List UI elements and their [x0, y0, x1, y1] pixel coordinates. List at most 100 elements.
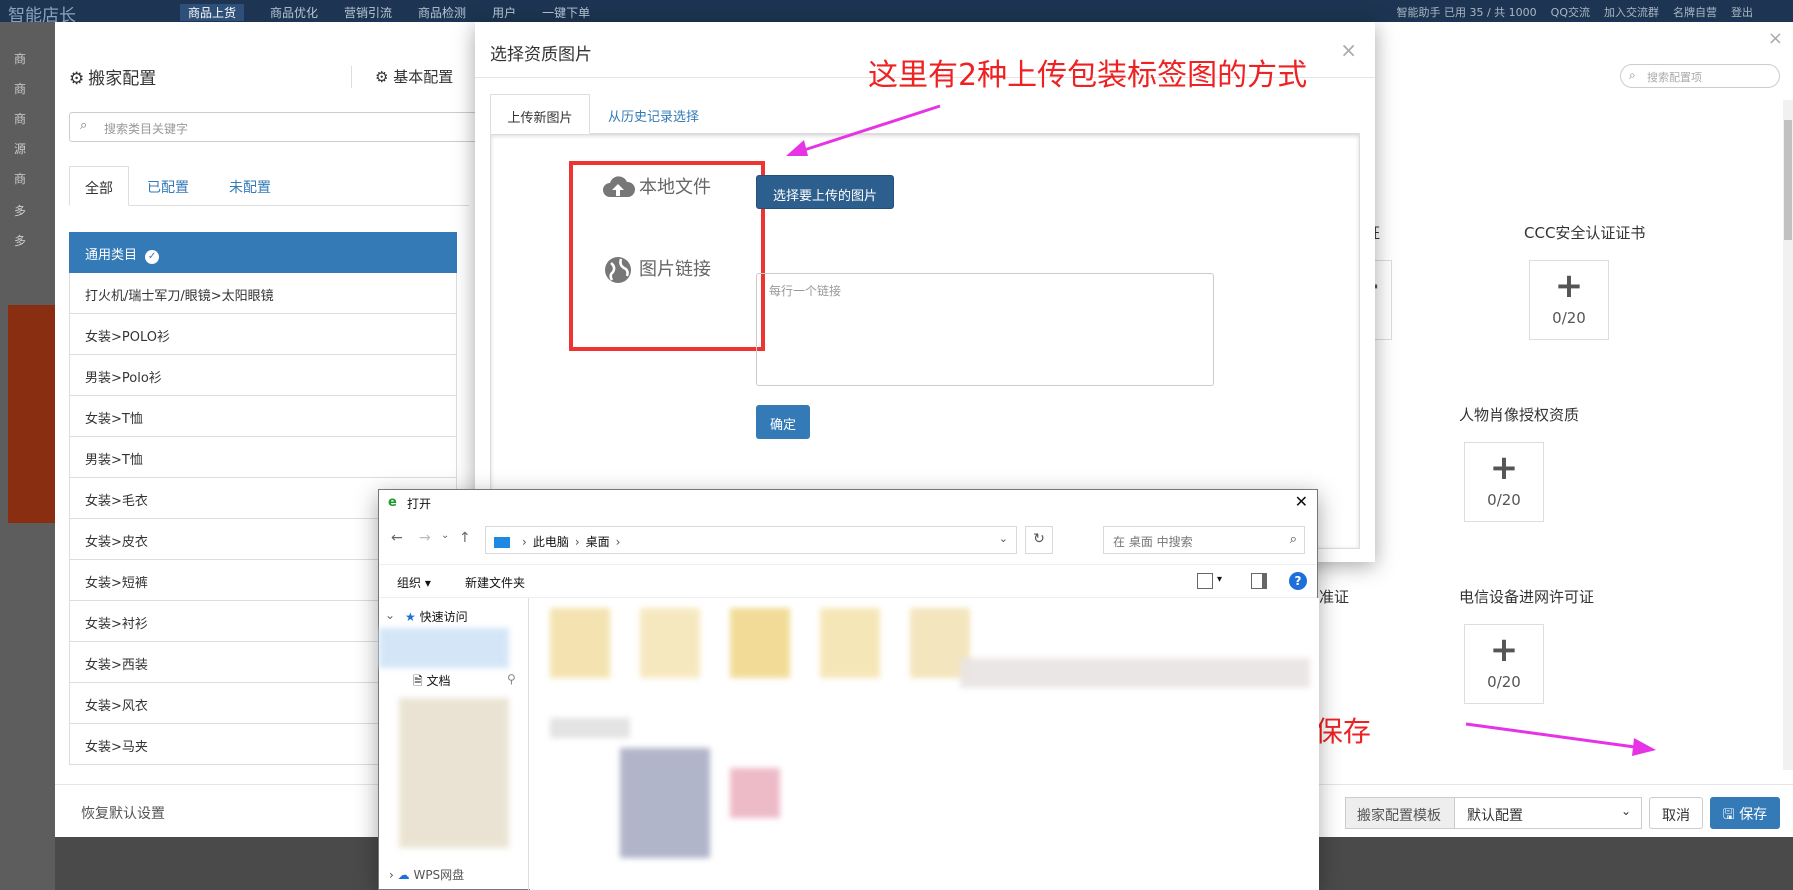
list-item[interactable]: 男装>T恤 [69, 437, 457, 478]
tab-unconfigured[interactable]: 未配置 [229, 166, 271, 206]
tab-history[interactable]: 从历史记录选择 [608, 94, 699, 134]
tab-upload-new[interactable]: 上传新图片 [490, 94, 590, 134]
qq-link[interactable]: QQ交流 [1551, 4, 1590, 20]
image-links-textarea[interactable]: 每行一个链接 [756, 273, 1214, 386]
confirm-button[interactable]: 确定 [756, 405, 810, 439]
ie-icon: e [388, 495, 397, 510]
annotation-top: 这里有2种上传包装标签图的方式 [868, 58, 1308, 93]
bg-sidebar-item: 多 [14, 204, 27, 218]
group-link[interactable]: 加入交流群 [1604, 4, 1659, 20]
nav-item-order[interactable]: 一键下单 [542, 4, 590, 21]
tab-configured[interactable]: 已配置 [147, 166, 189, 206]
blurred-file[interactable] [620, 748, 710, 858]
blurred-item [379, 628, 509, 668]
blurred-file[interactable] [550, 608, 610, 678]
address-bar[interactable]: › 此电脑 › 桌面 › ⌄ [485, 526, 1017, 554]
upload-dialog-title: 选择资质图片 [490, 45, 592, 65]
star-icon: ★ [405, 610, 420, 624]
list-item[interactable]: 女装>T恤 [69, 396, 457, 437]
nav-item-upload[interactable]: 商品上货 [180, 4, 245, 21]
basic-config-tab[interactable]: ⚙ 基本配置 [375, 66, 453, 87]
blurred-file[interactable] [960, 658, 1310, 688]
titlebar: e 打开 ✕ [379, 490, 1317, 516]
breadcrumb-item[interactable]: 桌面 [586, 535, 610, 549]
nav-item-marketing[interactable]: 营销引流 [344, 4, 392, 21]
config-title: ⚙ 搬家配置 [69, 69, 157, 89]
list-item[interactable]: 男装>Polo衫 [69, 355, 457, 396]
up-arrow-icon[interactable]: ↑ [459, 530, 471, 546]
logout-link[interactable]: 登出 [1731, 4, 1753, 20]
document-icon: 🗎 [413, 674, 427, 688]
topbar-right: 智能助手 已用 35 / 共 1000 QQ交流 加入交流群 名牌自营 登出 [1396, 4, 1753, 20]
save-button[interactable]: 🖫 保存 [1710, 797, 1780, 829]
config-close-icon[interactable]: × [1768, 28, 1783, 49]
cert-upload-box[interactable]: + 0/20 [1464, 442, 1544, 522]
chevron-down-icon[interactable]: ⌄ [385, 608, 395, 622]
scrollbar[interactable] [1783, 100, 1793, 770]
upload-body: 本地文件 图片链接 选择要上传的图片 每行一个链接 确定 [490, 134, 1360, 549]
app-topbar: 智能店长 商品上货 商品优化 营销引流 商品检测 用户 一键下单 智能助手 已用… [0, 0, 1793, 26]
tab-all[interactable]: 全部 [69, 166, 129, 206]
blurred-file[interactable] [640, 608, 700, 678]
search-icon: ⌕ [1289, 532, 1297, 547]
cert-count: 0/20 [1487, 673, 1521, 691]
dialog-title: 打开 [407, 497, 432, 511]
blurred-file[interactable] [820, 608, 880, 678]
arrow-annotation [1465, 722, 1656, 756]
chevron-down-icon[interactable]: ⌄ [441, 530, 449, 541]
list-item[interactable]: 女装>POLO衫 [69, 314, 457, 355]
cancel-button[interactable]: 取消 [1649, 797, 1703, 829]
forward-arrow-icon[interactable]: → [419, 530, 431, 546]
list-item[interactable]: 打火机/瑞士军刀/眼镜>太阳眼镜 [69, 273, 457, 314]
file-open-dialog: e 打开 ✕ ← → ⌄ ↑ › 此电脑 › 桌面 › ⌄ ↻ 在 桌面 中搜索 ⌕ 组织… [378, 489, 1319, 890]
list-item[interactable]: 通用类目 ✓ [69, 232, 457, 273]
file-search-input[interactable]: 在 桌面 中搜索 ⌕ [1103, 526, 1305, 554]
cert-label: 电信设备进网许可证 [1459, 588, 1595, 606]
blurred-file[interactable] [730, 608, 790, 678]
check-icon: ✓ [145, 250, 160, 264]
refresh-icon[interactable]: ↻ [1025, 526, 1053, 554]
scrollbar-thumb[interactable] [1784, 120, 1792, 240]
cert-upload-box[interactable]: + 0/20 [1529, 260, 1609, 340]
chevron-down-icon[interactable]: ⌄ [999, 532, 1008, 545]
bg-sidebar-item: 商 [14, 112, 27, 126]
bg-sidebar-item: 商 [14, 82, 27, 96]
cert-count: 0/20 [1552, 309, 1586, 327]
file-list [530, 598, 1319, 890]
quick-access-item[interactable]: ★ 快速访问 [405, 608, 468, 625]
breadcrumb-item[interactable]: 此电脑 [533, 535, 569, 549]
preview-pane-icon[interactable] [1251, 573, 1267, 589]
arrow-annotation [786, 104, 941, 156]
documents-item[interactable]: 🗎 文档 [413, 672, 450, 693]
template-select[interactable]: 默认配置 ⌄ [1454, 797, 1642, 829]
cert-label: 准证 [1319, 588, 1350, 606]
back-arrow-icon[interactable]: ← [391, 530, 403, 546]
view-options-icon[interactable] [1197, 573, 1213, 589]
help-icon[interactable]: ? [1289, 572, 1307, 590]
divider [351, 66, 352, 88]
config-search-input[interactable]: ⌕ 搜索配置项 [1620, 64, 1780, 88]
chevron-down-icon[interactable]: ▾ [1217, 574, 1222, 585]
cert-count: 0/20 [1487, 491, 1521, 509]
bg-sidebar-item: 源 [14, 142, 27, 156]
choose-image-button[interactable]: 选择要上传的图片 [756, 175, 894, 209]
reset-defaults-link[interactable]: 恢复默认设置 [81, 803, 165, 823]
close-icon[interactable]: ✕ [1295, 492, 1308, 511]
plus-icon: + [1489, 630, 1519, 670]
cert-upload-box[interactable]: + 0/20 [1464, 624, 1544, 704]
blurred-file[interactable] [550, 718, 630, 738]
new-folder-button[interactable]: 新建文件夹 [465, 574, 525, 591]
category-search-input[interactable]: ⌕ 搜索类目关键字 [69, 112, 489, 142]
store-link[interactable]: 名牌自营 [1673, 4, 1717, 20]
nav-item-user[interactable]: 用户 [492, 4, 516, 21]
wps-drive-item[interactable]: › ☁ WPS网盘 [389, 866, 464, 883]
highlight-box [569, 161, 765, 351]
close-icon[interactable]: × [1340, 38, 1357, 62]
organize-menu[interactable]: 组织 ▾ [397, 574, 431, 591]
blurred-file[interactable] [730, 768, 780, 818]
nav-item-optimize[interactable]: 商品优化 [270, 4, 318, 21]
bg-sidebar-item: 商 [14, 172, 27, 186]
pc-icon [494, 537, 510, 548]
nav-item-check[interactable]: 商品检测 [418, 4, 466, 21]
cert-label: 人物肖像授权资质 [1459, 406, 1580, 424]
